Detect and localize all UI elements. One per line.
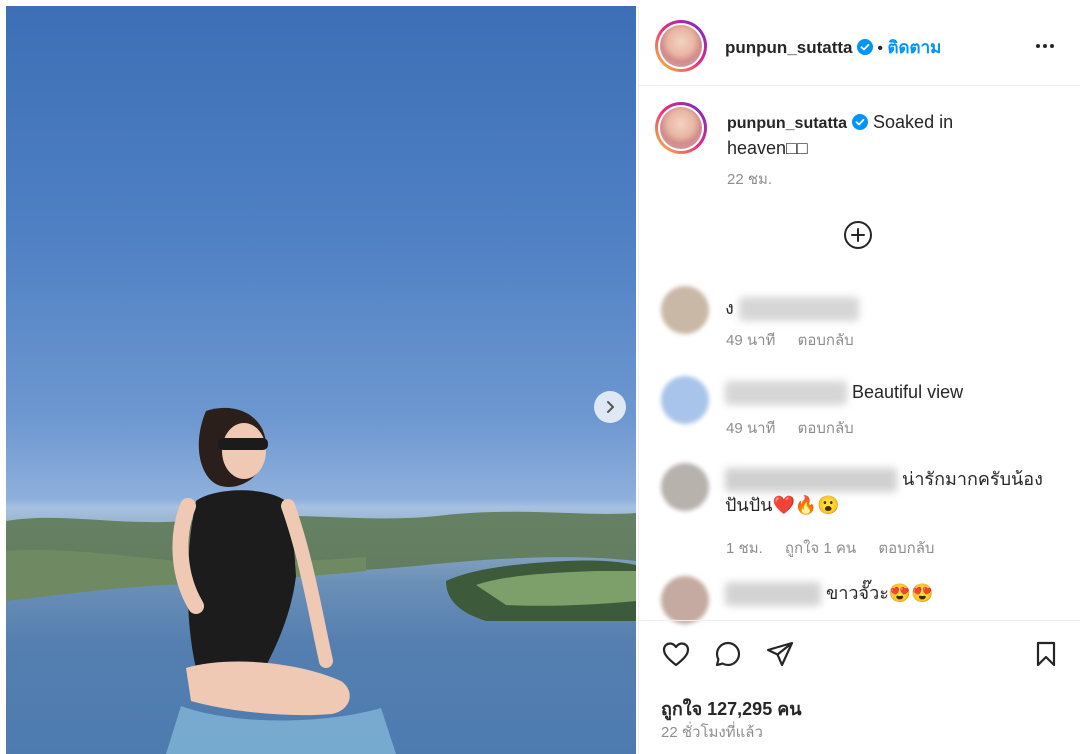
plus-circle-icon: [844, 221, 872, 249]
commenter-avatar[interactable]: [661, 463, 709, 511]
comment-meta: 49 นาที ตอบกลับ: [726, 328, 872, 352]
posted-time: 22 ชั่วโมงที่แล้ว: [661, 724, 763, 741]
share-button[interactable]: [765, 639, 795, 674]
caption-username[interactable]: punpun_sutatta: [727, 115, 847, 132]
comment-time: 49 นาที: [726, 420, 776, 437]
blurred-username: [738, 297, 859, 322]
author-username[interactable]: punpun_sutatta: [725, 38, 853, 57]
next-image-button[interactable]: [594, 391, 626, 423]
post-header: punpun_sutatta • ติดตาม: [639, 6, 1080, 86]
comment-icon: [715, 641, 741, 667]
load-more-comments-button[interactable]: [843, 220, 873, 255]
chevron-right-icon: [607, 401, 614, 413]
reply-button[interactable]: ตอบกลับ: [878, 540, 934, 557]
blurred-username: [725, 468, 897, 493]
caption-author-avatar[interactable]: [655, 102, 707, 154]
send-icon: [766, 641, 794, 667]
instagram-post-view: punpun_sutatta • ติดตาม punpun_sutatta S…: [0, 0, 1080, 754]
comment-likes[interactable]: ถูกใจ 1 คน: [785, 540, 856, 557]
like-button[interactable]: [661, 639, 691, 674]
reply-button[interactable]: ตอบกลับ: [798, 332, 854, 349]
comment-text-row: น่ารักมากครับน้องปันปัน❤️🔥😮: [725, 466, 1055, 518]
commenter-avatar[interactable]: [661, 576, 709, 624]
comment-meta: 1 ชม. ถูกใจ 1 คน ตอบกลับ: [726, 536, 952, 560]
commenter-avatar[interactable]: [661, 286, 709, 334]
separator-dot: •: [877, 40, 884, 57]
follow-button[interactable]: ติดตาม: [887, 38, 941, 57]
verified-badge-icon: [856, 39, 873, 55]
heart-icon: [662, 642, 690, 667]
comment-text: ง: [725, 298, 734, 318]
comment-text-row: Beautiful view: [725, 379, 964, 406]
likes-count[interactable]: ถูกใจ 127,295 คน: [661, 694, 802, 723]
caption-time: 22 ชม.: [727, 171, 773, 188]
verified-badge-icon: [852, 114, 869, 130]
commenter-avatar[interactable]: [661, 376, 709, 424]
comment-text: ขาวจั๊วะ😍😍: [826, 583, 934, 603]
post-sidebar: punpun_sutatta • ติดตาม punpun_sutatta S…: [638, 6, 1080, 754]
post-image[interactable]: [6, 6, 636, 754]
comment-button[interactable]: [713, 639, 743, 674]
comment-meta: 49 นาที ตอบกลับ: [726, 416, 872, 440]
comment-time: 49 นาที: [726, 332, 776, 349]
comment-time: 1 ชม.: [726, 540, 763, 557]
post-actions: ถูกใจ 127,295 คน 22 ชั่วโมงที่แล้ว: [639, 620, 1080, 754]
more-horizontal-icon: [1036, 44, 1054, 48]
bookmark-icon: [1036, 641, 1056, 667]
comment-text: Beautiful view: [852, 382, 964, 402]
author-avatar[interactable]: [655, 20, 707, 72]
blurred-username: [725, 381, 847, 406]
person-silhouette: [166, 407, 396, 754]
caption-text-block: punpun_sutatta Soaked in heaven□□ 22 ชม.: [727, 110, 1037, 192]
blurred-username: [725, 582, 821, 607]
header-meta: punpun_sutatta • ติดตาม: [725, 34, 941, 61]
comment-text-row: ขาวจั๊วะ😍😍: [725, 580, 934, 607]
save-button[interactable]: [1031, 639, 1061, 674]
comment-text-row: ง: [725, 295, 859, 322]
reply-button[interactable]: ตอบกลับ: [798, 420, 854, 437]
more-options-button[interactable]: [1033, 34, 1057, 63]
